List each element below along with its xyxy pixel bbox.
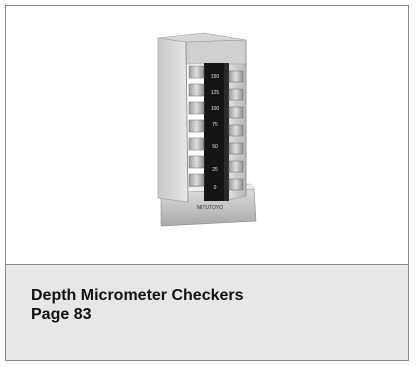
right-step-blocks — [228, 70, 244, 191]
step-label: 25 — [212, 167, 218, 173]
tower-left-wall — [157, 37, 189, 203]
tower-front-top — [185, 39, 247, 65]
page-reference[interactable]: Page 83 — [31, 306, 91, 324]
step-label: 75 — [212, 122, 218, 128]
step-label: 50 — [212, 144, 218, 150]
step-label: 100 — [211, 106, 220, 112]
product-card[interactable]: MITUTOYO 150 125 100 75 50 25 0 Depth Mi… — [5, 5, 409, 361]
step-label: 0 — [214, 185, 217, 191]
product-image-area[interactable]: MITUTOYO 150 125 100 75 50 25 0 — [6, 6, 408, 265]
step-label: 125 — [211, 90, 220, 96]
product-title[interactable]: Depth Micrometer Checkers — [31, 287, 244, 305]
step-label: 150 — [211, 74, 220, 80]
depth-micrometer-checker-image: MITUTOYO 150 125 100 75 50 25 0 — [157, 32, 257, 227]
left-step-blocks — [188, 65, 205, 187]
scale-strip — [204, 63, 226, 201]
base-brand-mark: MITUTOYO — [197, 205, 223, 211]
caption-area[interactable]: Depth Micrometer Checkers Page 83 — [6, 265, 408, 360]
